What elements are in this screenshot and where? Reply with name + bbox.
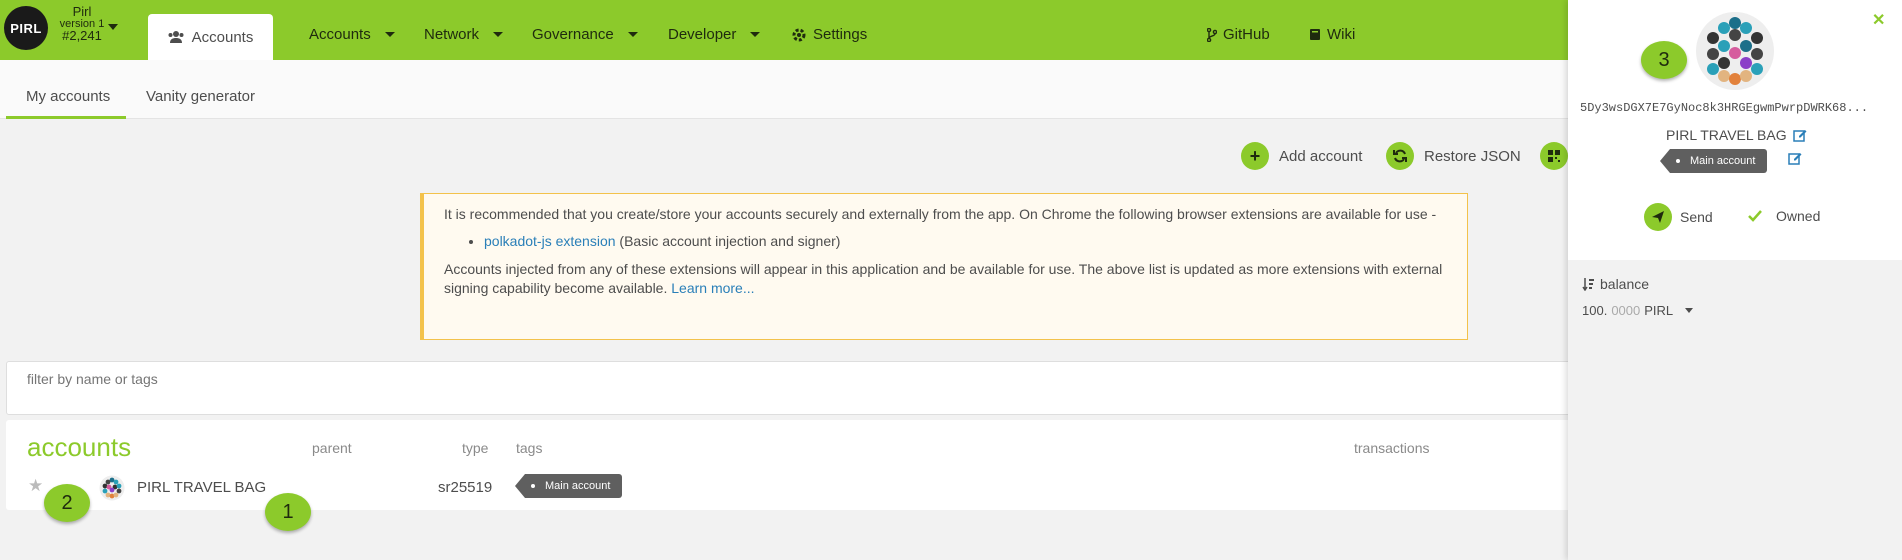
plus-icon: + — [1241, 142, 1269, 170]
owned-label: Owned — [1776, 208, 1821, 224]
account-tag: Main account — [514, 474, 623, 498]
panel-account-identicon[interactable] — [1695, 11, 1775, 91]
chevron-down-icon[interactable] — [1685, 308, 1694, 313]
qr-account-button[interactable] — [1540, 142, 1568, 170]
close-icon[interactable]: ✕ — [1872, 10, 1885, 30]
nav-accounts[interactable]: Accounts — [309, 26, 395, 43]
panel-account-name: PIRL TRAVEL BAG — [1666, 127, 1787, 143]
nav-network[interactable]: Network — [424, 26, 504, 43]
extension-description: (Basic account injection and signer) — [615, 233, 841, 249]
warning-text-footer: Accounts injected from any of these exte… — [444, 260, 1447, 298]
annotation-marker-3: 3 — [1641, 41, 1687, 79]
extension-warning-box: It is recommended that you create/store … — [420, 193, 1468, 340]
users-icon — [168, 31, 184, 43]
balance-label: balance — [1600, 276, 1650, 292]
active-tab-underline — [6, 116, 126, 119]
edit-name-icon[interactable] — [1792, 128, 1807, 142]
sync-icon — [1386, 142, 1414, 170]
qrcode-icon — [1540, 142, 1568, 170]
link-wiki[interactable]: Wiki — [1309, 26, 1355, 43]
col-header-type: type — [462, 440, 489, 456]
nav-governance-label: Governance — [532, 26, 614, 43]
filter-input[interactable] — [27, 371, 627, 387]
balance-value[interactable]: 100. 0000 PIRL — [1582, 303, 1694, 318]
nav-settings[interactable]: Settings — [791, 26, 867, 43]
sort-amount-icon — [1582, 278, 1594, 291]
edit-tags-icon[interactable] — [1788, 151, 1802, 165]
nav-network-label: Network — [424, 26, 480, 43]
send-button[interactable]: Send — [1644, 203, 1713, 231]
warning-footer-text: Accounts injected from any of these exte… — [444, 261, 1443, 296]
balance-decimals: 0000 — [1611, 303, 1641, 318]
account-identicon[interactable] — [99, 475, 125, 501]
chain-logo[interactable]: PIRL — [4, 6, 48, 50]
col-header-parent: parent — [312, 440, 352, 456]
chain-block-number: #2,241 — [62, 28, 102, 43]
nav-settings-label: Settings — [813, 26, 868, 43]
filter-box — [6, 361, 1606, 415]
accounts-table-title: accounts — [27, 432, 132, 462]
link-wiki-label: Wiki — [1327, 26, 1356, 43]
nav-governance[interactable]: Governance — [532, 26, 638, 43]
panel-account-tag: Main account — [1659, 149, 1768, 173]
accounts-table: accounts parent type tags transactions ★… — [6, 420, 1606, 510]
polkadot-js-extension-link[interactable]: polkadot-js extension — [484, 233, 616, 249]
check-icon — [1748, 210, 1762, 222]
book-icon — [1310, 29, 1320, 40]
account-name[interactable]: PIRL TRAVEL BAG — [137, 479, 266, 496]
balance-unit: PIRL — [1644, 303, 1674, 318]
tab-my-accounts[interactable]: My accounts — [26, 88, 110, 105]
marker-3-label: 3 — [1658, 48, 1670, 71]
add-account-label: Add account — [1279, 147, 1363, 165]
chain-logo-text: PIRL — [10, 20, 42, 36]
col-header-tags: tags — [516, 440, 543, 456]
extension-list-item: polkadot-js extension (Basic account inj… — [484, 232, 1447, 251]
chain-selector[interactable]: Pirl version 1 #2,241 — [50, 4, 114, 43]
nav-developer-label: Developer — [668, 26, 737, 43]
balance-integer: 100. — [1582, 303, 1608, 318]
chain-name: Pirl — [72, 4, 92, 19]
link-github-label: GitHub — [1223, 26, 1270, 43]
marker-1-label: 1 — [282, 500, 294, 523]
star-icon[interactable]: ★ — [28, 476, 43, 496]
annotation-marker-1: 1 — [265, 493, 311, 531]
panel-account-name-row: PIRL TRAVEL BAG — [1666, 127, 1807, 143]
chevron-down-icon — [627, 32, 638, 37]
restore-json-label: Restore JSON — [1424, 147, 1521, 165]
tab-accounts-label: Accounts — [191, 28, 254, 46]
annotation-marker-2: 2 — [44, 484, 90, 522]
chevron-down-icon — [750, 32, 761, 37]
account-detail-panel: ✕ 5Dy3wsDGX7E7GyNoc8k3HRGEgwmPwrpDWRK68.… — [1568, 0, 1902, 560]
extension-list: polkadot-js extension (Basic account inj… — [484, 232, 1447, 251]
add-account-button[interactable]: + Add account — [1241, 142, 1362, 170]
account-detail-header: ✕ 5Dy3wsDGX7E7GyNoc8k3HRGEgwmPwrpDWRK68.… — [1568, 0, 1902, 260]
tab-accounts-active[interactable]: Accounts — [148, 14, 273, 60]
balance-section-label: balance — [1582, 276, 1649, 292]
chain-chevron-down-icon[interactable] — [108, 24, 118, 30]
nav-developer[interactable]: Developer — [668, 26, 761, 43]
warning-text-intro: It is recommended that you create/store … — [444, 206, 1437, 222]
learn-more-link[interactable]: Learn more... — [671, 280, 754, 296]
marker-2-label: 2 — [61, 491, 73, 514]
link-github[interactable]: GitHub — [1207, 26, 1270, 43]
owned-indicator: Owned — [1748, 208, 1820, 224]
chevron-down-icon — [384, 32, 395, 37]
gear-icon — [792, 28, 806, 41]
account-address[interactable]: 5Dy3wsDGX7E7GyNoc8k3HRGEgwmPwrpDWRK68... — [1580, 101, 1900, 115]
chevron-down-icon — [493, 32, 504, 37]
restore-json-button[interactable]: Restore JSON — [1386, 142, 1521, 170]
tab-vanity-generator[interactable]: Vanity generator — [146, 88, 255, 105]
account-type: sr25519 — [438, 479, 493, 496]
paper-plane-icon — [1644, 203, 1672, 231]
code-branch-icon — [1207, 27, 1217, 42]
nav-accounts-label: Accounts — [309, 26, 371, 43]
send-label: Send — [1680, 209, 1713, 225]
col-header-transactions: transactions — [1354, 440, 1430, 456]
